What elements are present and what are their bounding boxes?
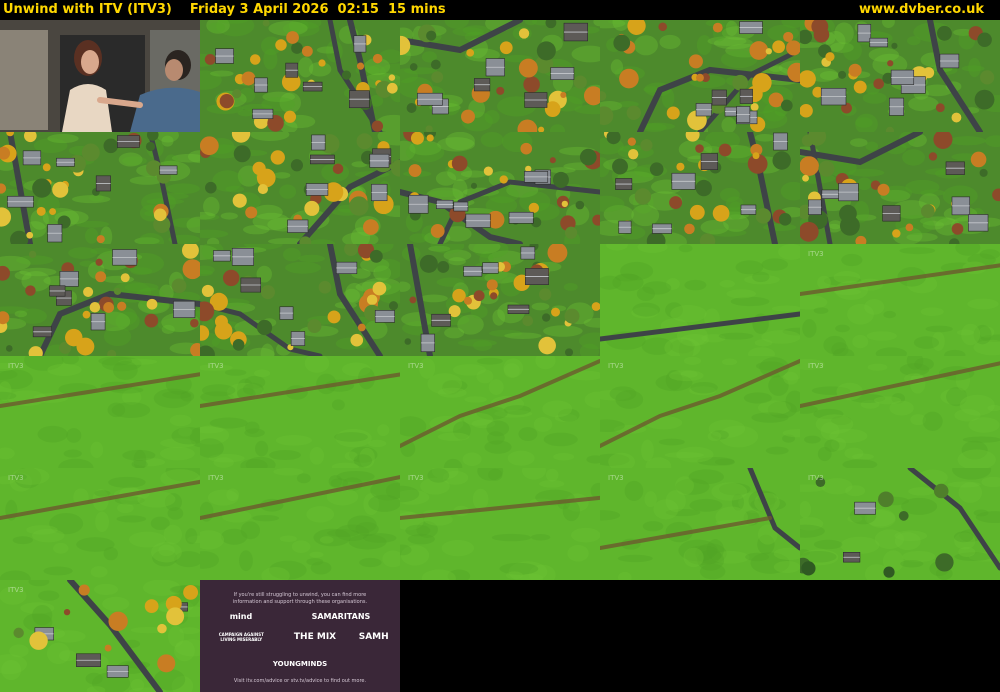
thumbnail-image [200,356,400,468]
channel-watermark: ITV3 [408,362,424,370]
channel-watermark: ITV3 [408,474,424,482]
thumbnail-6[interactable] [0,132,200,244]
thumbnail-11[interactable] [0,244,200,356]
programme-datetime: Friday 3 April 2026 02:15 15 mins [189,2,446,17]
thumbnail-image [0,356,200,468]
channel-watermark: ITV3 [808,474,824,482]
thumbnail-8[interactable] [400,132,600,244]
thumbnail-image [200,20,400,132]
thumbnail-23[interactable]: ITV3 [400,468,600,580]
thumbnail-14[interactable] [600,244,800,356]
thumbnail-12[interactable] [200,244,400,356]
channel-watermark: ITV3 [8,586,24,594]
logo-mix: THE MIX [293,632,337,642]
thumbnail-image [400,20,600,132]
helpline-intro-1: If you're still struggling to unwind, yo… [233,592,367,598]
thumbnail-16[interactable]: ITV3 [0,356,200,468]
thumbnail-image [400,132,600,244]
thumbnail-17[interactable]: ITV3 [200,356,400,468]
thumbnail-2[interactable] [200,20,400,132]
logo-row-1: mind SAMARITANS [200,612,400,621]
thumbnail-26[interactable]: ITV3 [0,580,200,692]
thumbnail-image [0,132,200,244]
thumbnail-13[interactable] [400,244,600,356]
logo-row-2: CAMPAIGN AGAINST LIVING MISERABLY THE MIX… [200,632,400,642]
thumbnail-image [800,132,1000,244]
thumbnail-image [800,244,1000,356]
thumbnail-image [600,356,800,468]
channel-watermark: ITV3 [808,362,824,370]
logo-calm: CAMPAIGN AGAINST LIVING MISERABLY [218,632,264,642]
channel-watermark: ITV3 [808,250,824,258]
thumbnail-9[interactable] [600,132,800,244]
thumbnail-21[interactable]: ITV3 [0,468,200,580]
logo-mind: mind [229,612,253,621]
channel-watermark: ITV3 [208,474,224,482]
thumbnail-image [600,468,800,580]
channel-watermark: ITV3 [208,362,224,370]
thumbnail-image [200,468,400,580]
thumbnail-27[interactable]: If you're still struggling to unwind, yo… [200,580,400,692]
thumbnail-image [0,244,200,356]
thumbnail-image [600,132,800,244]
thumbnail-image [400,356,600,468]
thumbnail-22[interactable]: ITV3 [200,468,400,580]
thumbnail-15[interactable]: ITV3 [800,244,1000,356]
logo-youngminds: YOUNGMINDS [272,660,328,668]
thumbnail-5[interactable] [800,20,1000,132]
thumbnail-25[interactable]: ITV3 [800,468,1000,580]
thumbnail-image [600,244,800,356]
helpline-intro-2: information and support through these or… [232,599,368,605]
thumbnail-image [0,468,200,580]
channel-watermark: ITV3 [608,362,624,370]
thumbnail-image [0,580,200,692]
thumbnail-image [200,132,400,244]
thumbnail-image [400,244,600,356]
thumbnail-image [800,356,1000,468]
thumbnail-1[interactable] [0,20,200,132]
programme-title: Unwind with ITV (ITV3) [3,2,172,17]
thumbnail-3[interactable] [400,20,600,132]
thumbnail-4[interactable] [600,20,800,132]
thumbnail-image [0,20,200,132]
programme-info: Unwind with ITV (ITV3) Friday 3 April 20… [3,0,446,20]
thumbnail-19[interactable]: ITV3 [600,356,800,468]
thumbnail-18[interactable]: ITV3 [400,356,600,468]
thumbnail-image [800,468,1000,580]
thumbnail-image [800,20,1000,132]
thumbnail-20[interactable]: ITV3 [800,356,1000,468]
logo-samaritans: SAMARITANS [311,612,371,621]
thumbnail-24[interactable]: ITV3 [600,468,800,580]
thumbnail-image [400,468,600,580]
channel-watermark: ITV3 [8,362,24,370]
channel-watermark: ITV3 [608,474,624,482]
header-bar: Unwind with ITV (ITV3) Friday 3 April 20… [0,0,1000,20]
site-link[interactable]: www.dvber.co.uk [859,0,984,20]
channel-watermark: ITV3 [8,474,24,482]
thumbnail-7[interactable] [200,132,400,244]
logo-samh: SAMH [358,632,389,642]
thumbnail-image [600,20,800,132]
thumbnail-grid: ITV3 ITV3 ITV3 ITV3 ITV3 ITV3 ITV3 ITV3 ITV3 ITV3… [0,20,1000,692]
thumbnail-image [200,244,400,356]
helpline-footer: Visit itv.com/advice or stv.tv/advice to… [233,678,367,684]
thumbnail-10[interactable] [800,132,1000,244]
